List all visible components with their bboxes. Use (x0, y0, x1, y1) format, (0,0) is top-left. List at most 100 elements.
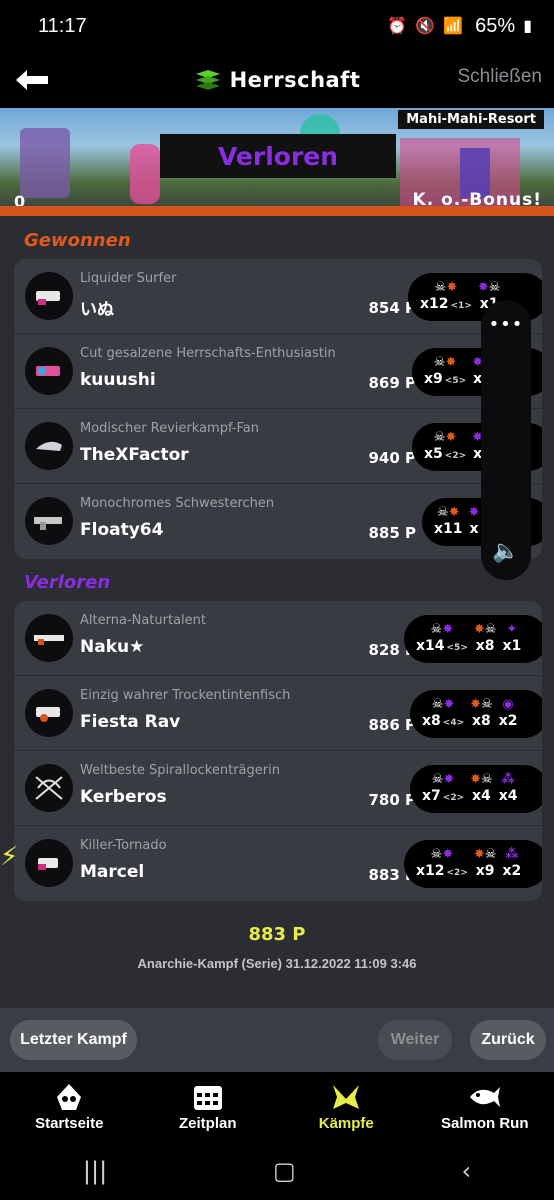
banner-decor (20, 128, 70, 198)
player-row[interactable]: Liquider Surfer いぬ 854 P ☠✸ x12 <1> ✸☠ x1 (14, 259, 542, 334)
volume-mute-icon[interactable]: 🔈 (492, 539, 519, 564)
player-row[interactable]: Alterna-Naturtalent Naku★ 828 P ☠✸ x14 <5>… (14, 601, 542, 676)
stats-pill: ☠✸ x12 <2> ✸☠ x9 ⁂ x2 (404, 840, 542, 888)
player-nick: kuuushi (80, 370, 156, 390)
more-options-icon[interactable]: ••• (489, 314, 524, 335)
stats-pill: ☠✸ x14 <5> ✸☠ x8 ✦ x1 (404, 615, 542, 663)
death-icon: ✸☠ (473, 622, 497, 638)
recent-apps-icon[interactable]: ||| (83, 1157, 107, 1185)
battery-percent: 65% (475, 14, 516, 37)
nav-battles[interactable]: Kämpfe (277, 1072, 416, 1142)
total-points: 883 P (248, 924, 306, 945)
player-row[interactable]: Cut gesalzene Herrschafts-Enthusiastin k… (14, 334, 542, 409)
player-row[interactable]: Monochromes Schwesterchen Floaty64 885 P… (14, 484, 542, 559)
status-icons: ⏰ 🔇 📶 65% ▮ (387, 15, 532, 38)
nav-label: Zeitplan (178, 1114, 237, 1132)
special-stat: ◉ x2 (498, 697, 518, 730)
next-button[interactable]: Weiter (378, 1020, 452, 1060)
battle-meta: Anarchie-Kampf (Serie) 31.12.2022 11:09 … (137, 956, 417, 971)
close-button[interactable]: Schließen (458, 66, 543, 88)
kill-stat: ☠✸ x11 (434, 505, 463, 538)
weapon-icon (25, 764, 73, 812)
won-section-label: Gewonnen (24, 230, 131, 251)
player-title: Einzig wahrer Trockentintenfisch (80, 688, 291, 703)
player-title: Alterna-Naturtalent (80, 613, 206, 628)
mute-icon: 🔇 (415, 18, 436, 35)
special-stat: ⁂ x4 (498, 772, 518, 805)
special-icon: ⁂ (505, 847, 519, 863)
player-points: 886 P (368, 716, 416, 734)
volume-overlay[interactable]: ••• 🔈 (481, 300, 531, 580)
skull-icon: ☠✸ (431, 697, 455, 713)
home-icon[interactable]: ▢ (273, 1157, 296, 1185)
nav-label: Salmon Run (440, 1114, 529, 1132)
weapon-icon (25, 347, 73, 395)
stats-pill: ☠✸ x7 <2> ✸☠ x4 ⁂ x4 (410, 765, 542, 813)
nav-label: Kämpfe (318, 1114, 374, 1132)
stats-pill: ☠✸ x8 <4> ✸☠ x8 ◉ x2 (410, 690, 542, 738)
previous-button[interactable]: Zurück (470, 1020, 546, 1060)
player-title: Liquider Surfer (80, 271, 177, 286)
player-nick: いぬ (80, 300, 114, 320)
weapon-icon (25, 839, 73, 887)
weapon-icon (25, 497, 73, 545)
nav-label: Startseite (35, 1114, 104, 1132)
death-stat: ✸☠ x9 (473, 847, 497, 880)
score-strip (0, 206, 554, 216)
player-nick: Marcel (80, 862, 145, 882)
kill-stat: ☠✸ x5 <2> (424, 430, 467, 463)
death-stat: ✸☠ x4 (470, 772, 493, 805)
player-title: Cut gesalzene Herrschafts-Enthusiastin (80, 346, 336, 361)
player-row[interactable]: Modischer Revierkampf-Fan TheXFactor 940… (14, 409, 542, 484)
nav-salmon-run[interactable]: Salmon Run (416, 1072, 554, 1142)
kill-stat: ☠✸ x12 <2> (416, 847, 468, 880)
skull-icon: ☠✸ (433, 355, 457, 371)
player-nick: Naku★ (80, 637, 145, 657)
player-row-self[interactable]: Killer-Tornado Marcel 883 P ☠✸ x12 <2> ✸☠ x… (14, 826, 542, 901)
status-time: 11:17 (38, 14, 87, 37)
death-icon: ✸☠ (470, 697, 493, 713)
special-icon: ✦ (506, 622, 518, 638)
skull-icon: ☠✸ (430, 847, 454, 863)
nav-home[interactable]: Startseite (0, 1072, 139, 1142)
lost-section-label: Verloren (24, 572, 111, 593)
battery-icon: ▮ (523, 18, 532, 35)
special-icon: ⁂ (501, 772, 515, 788)
player-row[interactable]: Einzig wahrer Trockentintenfisch Fiesta … (14, 676, 542, 751)
kill-stat: ☠✸ x12 <1> (420, 280, 472, 313)
status-bar: 11:17 ⏰ 🔇 📶 65% ▮ (0, 0, 554, 52)
nav-schedule[interactable]: Zeitplan (139, 1072, 278, 1142)
salmon-icon (468, 1083, 502, 1111)
player-nick: Floaty64 (80, 520, 164, 540)
player-row[interactable]: Weltbeste Spirallockenträgerin Kerberos … (14, 751, 542, 826)
kill-stat: ☠✸ x14 <5> (416, 622, 468, 655)
kill-stat: ☠✸ x8 <4> (422, 697, 465, 730)
special-stat: ✸ x (468, 505, 480, 538)
player-points: 885 P (368, 524, 416, 542)
special-icon: ✸ (468, 505, 480, 521)
mode-icon (195, 70, 220, 90)
player-nick: Kerberos (80, 787, 167, 807)
death-icon: ✸☠ (473, 847, 497, 863)
result-text: Verloren (217, 141, 339, 171)
skull-icon: ☠✸ (433, 430, 457, 446)
won-team-card: Liquider Surfer いぬ 854 P ☠✸ x12 <1> ✸☠ x1 C… (14, 259, 542, 559)
weapon-icon (25, 614, 73, 662)
system-back-icon[interactable]: ‹ (461, 1157, 471, 1185)
kill-stat: ☠✸ x7 <2> (422, 772, 465, 805)
death-icon: ✸☠ (470, 772, 493, 788)
battles-icon (331, 1083, 361, 1111)
player-points: 940 P (368, 449, 416, 467)
skull-icon: ☠✸ (430, 622, 454, 638)
player-title: Modischer Revierkampf-Fan (80, 421, 259, 436)
death-stat: ✸☠ x8 (473, 622, 497, 655)
player-title: Killer-Tornado (80, 838, 167, 853)
player-points: 869 P (368, 374, 416, 392)
action-bar: Letzter Kampf Weiter Zurück (0, 1008, 554, 1072)
alarm-icon: ⏰ (387, 18, 408, 35)
self-indicator-icon: ⚡ (0, 842, 19, 872)
player-title: Weltbeste Spirallockenträgerin (80, 763, 280, 778)
weapon-icon (25, 272, 73, 320)
last-battle-button[interactable]: Letzter Kampf (10, 1020, 137, 1060)
banner-decor (130, 144, 160, 204)
